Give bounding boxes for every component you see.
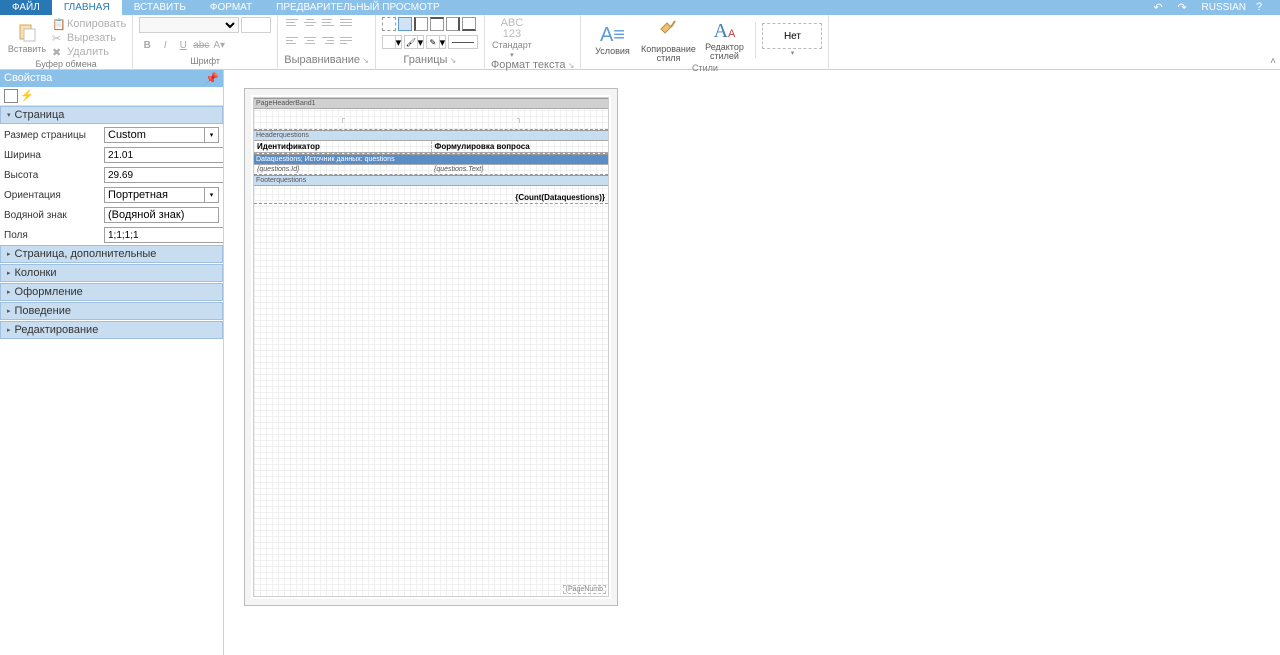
report-page[interactable]: PageHeaderBand1 ┌┐ Headerquestions Идент…	[244, 88, 618, 606]
tab-main[interactable]: ГЛАВНАЯ	[52, 0, 122, 15]
properties-header: Свойства 📌	[0, 70, 223, 87]
ribbon-collapse-icon[interactable]: ˄	[1270, 56, 1276, 67]
panel-sort-icon[interactable]: ⚡	[20, 89, 34, 103]
column-text-header[interactable]: Формулировка вопроса	[432, 141, 609, 152]
accordion-page[interactable]: ▾Страница	[0, 106, 223, 124]
language-selector[interactable]: RUSSIAN	[1202, 2, 1246, 13]
width-label: Ширина	[4, 150, 100, 161]
ribbon-clipboard: Вставить 📋Копировать ✂Вырезать ✖Удалить …	[0, 15, 133, 70]
border-left-icon[interactable]	[414, 17, 428, 31]
style-editor-button[interactable]: AA Редактор стилей	[699, 20, 749, 61]
footer-questions-band[interactable]: Footerquestions {Count(Dataquestions)}	[254, 175, 608, 204]
ribbon-styles: A≡ Условия Копирование стиля AA Редактор…	[581, 15, 829, 70]
fill-color-icon[interactable]: ▾	[382, 35, 402, 49]
font-color-button[interactable]: A▾	[211, 37, 227, 53]
accordion-page-extra[interactable]: ▸Страница, дополнительные	[0, 245, 223, 263]
count-cell[interactable]: {Count(Dataquestions)}	[254, 192, 608, 203]
tabs: ФАЙЛ ГЛАВНАЯ ВСТАВИТЬ ФОРМАТ ПРЕДВАРИТЕЛ…	[0, 0, 452, 15]
textformat-launcher-icon[interactable]: ↘	[566, 61, 575, 70]
standard-format-button[interactable]: ABC123 Стандарт ▾	[491, 17, 533, 59]
properties-panel: Свойства 📌 ⚡ ▾Страница Размер страницы C…	[0, 70, 224, 655]
help-icon[interactable]: ?	[1256, 1, 1270, 15]
data-questions-band[interactable]: Dataquestions; Источник данных: question…	[254, 154, 608, 175]
paste-button[interactable]: Вставить	[6, 21, 48, 55]
conditions-button[interactable]: A≡ Условия	[587, 24, 637, 56]
ribbon-font: B I U abc A▾ Шрифт	[133, 15, 278, 70]
ribbon-borders: ▾ 🖌▾ ✎▾ Границы ↘	[376, 15, 485, 70]
accordion-editing[interactable]: ▸Редактирование	[0, 321, 223, 339]
bold-button[interactable]: B	[139, 37, 155, 53]
height-label: Высота	[4, 170, 100, 181]
tab-insert[interactable]: ВСТАВИТЬ	[122, 0, 198, 15]
page-size-label: Размер страницы	[4, 130, 100, 141]
design-canvas[interactable]: PageHeaderBand1 ┌┐ Headerquestions Идент…	[224, 70, 1280, 655]
align-top-icon[interactable]	[284, 17, 300, 31]
strike-button[interactable]: abc	[193, 37, 209, 53]
copy-style-button[interactable]: Копирование стиля	[643, 17, 693, 63]
margins-input[interactable]	[104, 227, 224, 243]
align-bottom-icon[interactable]	[320, 17, 336, 31]
height-input[interactable]	[104, 167, 224, 183]
font-family-select[interactable]	[139, 17, 239, 33]
border-all-icon[interactable]	[398, 17, 412, 31]
align-middle-icon[interactable]	[302, 17, 318, 31]
field-text[interactable]: {questions.Text}	[431, 165, 608, 174]
border-top-icon[interactable]	[430, 17, 444, 31]
delete-button[interactable]: ✖Удалить	[52, 45, 126, 59]
column-id-header[interactable]: Идентификатор	[254, 141, 432, 152]
align-right-icon[interactable]	[320, 35, 336, 49]
border-bottom-icon[interactable]	[462, 17, 476, 31]
margins-label: Поля	[4, 230, 100, 241]
watermark-select[interactable]: (Водяной знак)	[104, 207, 219, 223]
align-left-icon[interactable]	[284, 35, 300, 49]
accordion-behavior[interactable]: ▸Поведение	[0, 302, 223, 320]
tab-file[interactable]: ФАЙЛ	[0, 0, 52, 15]
copy-button[interactable]: 📋Копировать	[52, 17, 126, 31]
ribbon-textformat: ABC123 Стандарт ▾ Формат текста ↘	[485, 15, 582, 70]
underline-button[interactable]: U	[175, 37, 191, 53]
pin-icon[interactable]: 📌	[205, 72, 219, 85]
border-none-icon[interactable]	[382, 17, 396, 31]
tab-preview[interactable]: ПРЕДВАРИТЕЛЬНЫЙ ПРОСМОТР	[264, 0, 452, 15]
italic-button[interactable]: I	[157, 37, 173, 53]
panel-view-icon[interactable]	[4, 89, 18, 103]
page-number-field[interactable]: {PageNumb	[563, 585, 606, 594]
font-size-select[interactable]	[241, 17, 271, 33]
watermark-label: Водяной знак	[4, 210, 100, 221]
orientation-select[interactable]: Портретная▾	[104, 187, 219, 203]
redo-icon[interactable]: ↷	[1178, 1, 1192, 15]
align-dist-icon[interactable]	[338, 35, 354, 49]
tab-format[interactable]: ФОРМАТ	[198, 0, 264, 15]
page-size-select[interactable]: Custom▾	[104, 127, 219, 143]
style-gallery-expand-icon[interactable]: ▾	[791, 49, 795, 57]
align-center-icon[interactable]	[302, 35, 318, 49]
ribbon: Вставить 📋Копировать ✂Вырезать ✖Удалить …	[0, 15, 1280, 70]
align-just-icon[interactable]	[338, 17, 354, 31]
accordion-appearance[interactable]: ▸Оформление	[0, 283, 223, 301]
align-launcher-icon[interactable]: ↘	[360, 56, 369, 65]
header-questions-band[interactable]: Headerquestions Идентификатор Формулиров…	[254, 130, 608, 154]
page-header-band[interactable]: PageHeaderBand1 ┌┐	[254, 98, 608, 130]
field-id[interactable]: {questions.Id}	[254, 165, 431, 174]
border-color-icon[interactable]: ✎▾	[426, 35, 446, 49]
width-input[interactable]	[104, 147, 224, 163]
menu-bar: ФАЙЛ ГЛАВНАЯ ВСТАВИТЬ ФОРМАТ ПРЕДВАРИТЕЛ…	[0, 0, 1280, 15]
undo-icon[interactable]: ↶	[1154, 1, 1168, 15]
style-gallery-none[interactable]: Нет	[762, 23, 822, 49]
border-launcher-icon[interactable]: ↘	[447, 56, 456, 65]
cut-button[interactable]: ✂Вырезать	[52, 31, 126, 45]
ribbon-align: Выравнивание ↘	[278, 15, 376, 70]
border-right-icon[interactable]	[446, 17, 460, 31]
accordion-columns[interactable]: ▸Колонки	[0, 264, 223, 282]
brush-color-icon[interactable]: 🖌▾	[404, 35, 424, 49]
line-style-icon[interactable]	[448, 35, 478, 49]
orientation-label: Ориентация	[4, 190, 100, 201]
